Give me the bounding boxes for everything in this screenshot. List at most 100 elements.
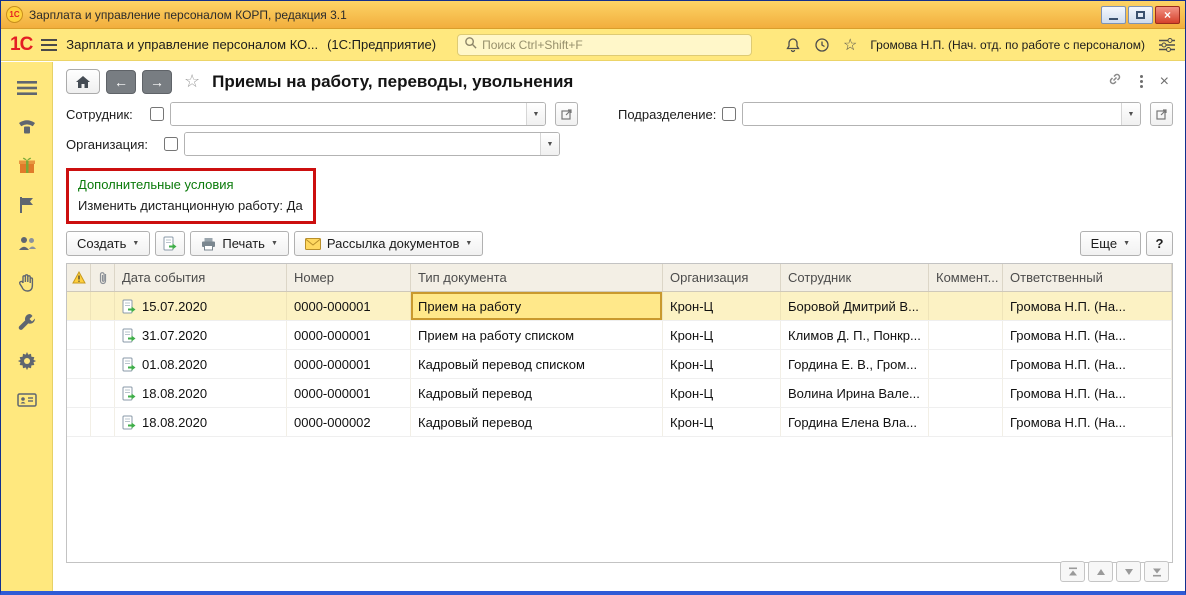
cell-employee[interactable]: Боровой Дмитрий В...: [781, 292, 929, 320]
table-row[interactable]: 01.08.2020 0000-000001 Кадровый перевод …: [67, 350, 1172, 379]
create-copy-button[interactable]: [155, 231, 185, 256]
home-button[interactable]: [66, 69, 100, 94]
table-row[interactable]: 18.08.2020 0000-000002 Кадровый перевод …: [67, 408, 1172, 437]
additional-conditions-link[interactable]: Дополнительные условия: [78, 177, 304, 192]
organization-dropdown-icon[interactable]: ▼: [540, 133, 559, 155]
cell-responsible[interactable]: Громова Н.П. (На...: [1003, 321, 1172, 349]
cell-date[interactable]: 31.07.2020: [115, 321, 287, 349]
close-page-button[interactable]: ×: [1160, 74, 1169, 90]
gift-icon[interactable]: [15, 154, 39, 178]
cell-employee[interactable]: Волина Ирина Вале...: [781, 379, 929, 407]
col-header-number[interactable]: Номер: [287, 264, 411, 291]
settings-menu-icon[interactable]: [1158, 38, 1176, 52]
cell-date[interactable]: 15.07.2020: [115, 292, 287, 320]
print-button[interactable]: Печать▼: [190, 231, 289, 256]
department-filter-checkbox[interactable]: [722, 107, 736, 121]
col-header-doc-type[interactable]: Тип документа: [411, 264, 663, 291]
close-window-button[interactable]: ×: [1155, 6, 1180, 24]
cell-responsible[interactable]: Громова Н.П. (На...: [1003, 292, 1172, 320]
search-input[interactable]: [482, 38, 745, 52]
cell-responsible[interactable]: Громова Н.П. (На...: [1003, 408, 1172, 436]
department-filter-input[interactable]: [743, 103, 1121, 125]
col-header-comment[interactable]: Коммент...: [929, 264, 1003, 291]
cell-doc-type[interactable]: Прием на работу: [411, 292, 663, 320]
people-icon[interactable]: [15, 232, 39, 256]
cell-doc-type[interactable]: Кадровый перевод: [411, 408, 663, 436]
maximize-button[interactable]: [1128, 6, 1153, 24]
cell-number[interactable]: 0000-000002: [287, 408, 411, 436]
col-header-organization[interactable]: Организация: [663, 264, 781, 291]
go-up-button[interactable]: [1088, 561, 1113, 582]
wrench-icon[interactable]: [15, 310, 39, 334]
main-menu-button[interactable]: [41, 39, 57, 51]
go-down-button[interactable]: [1116, 561, 1141, 582]
organization-filter-input[interactable]: [185, 133, 540, 155]
mailing-button[interactable]: Рассылка документов▼: [294, 231, 483, 256]
cell-comment[interactable]: [929, 350, 1003, 378]
employee-dropdown-icon[interactable]: ▼: [526, 103, 545, 125]
current-user[interactable]: Громова Н.П. (Нач. отд. по работе с перс…: [870, 38, 1145, 52]
cell-comment[interactable]: [929, 379, 1003, 407]
cell-number[interactable]: 0000-000001: [287, 350, 411, 378]
employee-filter-input[interactable]: [171, 103, 526, 125]
copy-document-icon: [163, 236, 177, 251]
cell-organization[interactable]: Крон-Ц: [663, 321, 781, 349]
cell-employee[interactable]: Гордина Е. В., Гром...: [781, 350, 929, 378]
cell-doc-type[interactable]: Кадровый перевод: [411, 379, 663, 407]
link-icon[interactable]: [1107, 71, 1123, 92]
cell-date[interactable]: 01.08.2020: [115, 350, 287, 378]
create-button[interactable]: Создать▼: [66, 231, 150, 256]
col-header-employee[interactable]: Сотрудник: [781, 264, 929, 291]
sidebar-sections-menu-icon[interactable]: [15, 76, 39, 100]
minimize-button[interactable]: [1101, 6, 1126, 24]
cell-organization[interactable]: Крон-Ц: [663, 292, 781, 320]
col-header-warning[interactable]: [67, 264, 91, 291]
back-button[interactable]: ←: [106, 70, 136, 94]
col-header-responsible[interactable]: Ответственный: [1003, 264, 1172, 291]
organization-filter-checkbox[interactable]: [164, 137, 178, 151]
more-actions-icon[interactable]: [1138, 73, 1145, 90]
table-row[interactable]: 15.07.2020 0000-000001 Прием на работу К…: [67, 292, 1172, 321]
cell-employee[interactable]: Климов Д. П., Понкр...: [781, 321, 929, 349]
go-first-button[interactable]: [1060, 561, 1085, 582]
hand-icon[interactable]: [15, 271, 39, 295]
department-open-button[interactable]: [1150, 102, 1173, 126]
cell-doc-type[interactable]: Кадровый перевод списком: [411, 350, 663, 378]
cell-comment[interactable]: [929, 292, 1003, 320]
cell-organization[interactable]: Крон-Ц: [663, 350, 781, 378]
phone-icon[interactable]: [15, 115, 39, 139]
table-row[interactable]: 18.08.2020 0000-000001 Кадровый перевод …: [67, 379, 1172, 408]
cell-date[interactable]: 18.08.2020: [115, 408, 287, 436]
cell-doc-type[interactable]: Прием на работу списком: [411, 321, 663, 349]
cell-organization[interactable]: Крон-Ц: [663, 408, 781, 436]
page-favorite-star-icon[interactable]: ☆: [184, 71, 200, 92]
forward-button[interactable]: →: [142, 70, 172, 94]
global-search[interactable]: [457, 34, 752, 56]
cell-comment[interactable]: [929, 408, 1003, 436]
cell-number[interactable]: 0000-000001: [287, 321, 411, 349]
cell-organization[interactable]: Крон-Ц: [663, 379, 781, 407]
notifications-bell-icon[interactable]: [785, 37, 801, 53]
department-dropdown-icon[interactable]: ▼: [1121, 103, 1140, 125]
col-header-date[interactable]: Дата события: [115, 264, 287, 291]
employee-filter-checkbox[interactable]: [150, 107, 164, 121]
go-last-button[interactable]: [1144, 561, 1169, 582]
flag-icon[interactable]: [15, 193, 39, 217]
help-button[interactable]: ?: [1146, 231, 1173, 256]
table-row[interactable]: 31.07.2020 0000-000001 Прием на работу с…: [67, 321, 1172, 350]
more-button[interactable]: Еще▼: [1080, 231, 1141, 256]
gear-icon[interactable]: [15, 349, 39, 373]
cell-number[interactable]: 0000-000001: [287, 379, 411, 407]
col-header-attachment[interactable]: [91, 264, 115, 291]
cell-date[interactable]: 18.08.2020: [115, 379, 287, 407]
envelope-icon: [305, 238, 321, 250]
cell-comment[interactable]: [929, 321, 1003, 349]
history-icon[interactable]: [814, 37, 830, 53]
cell-number[interactable]: 0000-000001: [287, 292, 411, 320]
cell-responsible[interactable]: Громова Н.П. (На...: [1003, 379, 1172, 407]
cell-responsible[interactable]: Громова Н.П. (На...: [1003, 350, 1172, 378]
cell-employee[interactable]: Гордина Елена Вла...: [781, 408, 929, 436]
favorites-star-icon[interactable]: ☆: [843, 35, 857, 55]
employee-open-button[interactable]: [555, 102, 578, 126]
idcard-icon[interactable]: [15, 388, 39, 412]
